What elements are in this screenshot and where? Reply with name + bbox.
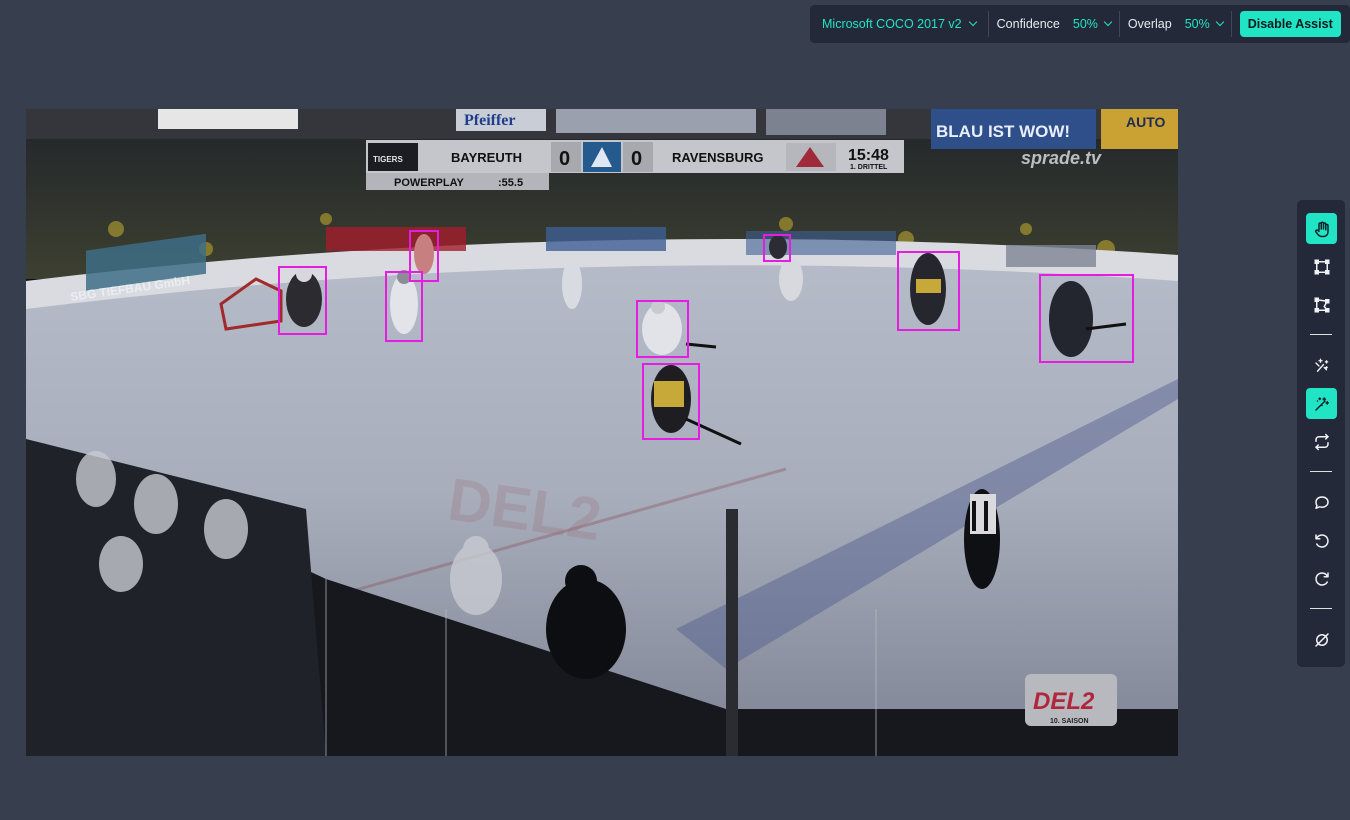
annotation-box[interactable]	[636, 300, 689, 358]
confidence-label: Confidence	[996, 17, 1060, 31]
smart-polygon-tool-button[interactable]	[1306, 350, 1337, 381]
home-team-logo: TIGERS	[373, 155, 403, 164]
hand-icon	[1314, 221, 1329, 237]
undo-icon	[1314, 533, 1329, 548]
tool-divider	[1310, 334, 1332, 335]
annotation-box[interactable]	[1039, 274, 1134, 363]
toolbar-divider	[1230, 11, 1232, 37]
confidence-dropdown[interactable]: 50%	[1072, 17, 1113, 31]
chevron-down-icon	[968, 17, 977, 27]
model-selector-label: Microsoft COCO 2017 v2	[822, 17, 962, 31]
ad-blau: BLAU IST WOW!	[936, 122, 1070, 141]
annotation-box[interactable]	[763, 234, 791, 262]
away-score: 0	[631, 148, 642, 170]
annotation-box[interactable]	[642, 363, 700, 440]
repeat-previous-tool-button[interactable]	[1306, 426, 1337, 457]
powerplay-time: :55.5	[498, 177, 523, 189]
polygon-icon	[1314, 297, 1329, 312]
ad-auto: AUTO	[1126, 114, 1166, 130]
overlap-label: Overlap	[1127, 17, 1172, 31]
overlap-control[interactable]: Overlap 50%	[1120, 5, 1231, 43]
chevron-down-icon	[1103, 17, 1113, 27]
sprade-watermark: sprade.tv	[1021, 148, 1102, 168]
home-score: 0	[559, 148, 570, 170]
league-logo-text: DEL2	[1033, 688, 1095, 715]
chevron-down-icon	[1215, 17, 1224, 27]
hockey-scene-image: Pfeiffer BLAU IST WOW! AUTO SBG TIEFBAU …	[26, 109, 1178, 756]
overlap-value: 50%	[1184, 17, 1210, 31]
del2-logo: DEL2 10. SAISON	[1025, 674, 1117, 726]
away-team-name: RAVENSBURG	[672, 150, 764, 165]
undo-tool-button[interactable]	[1306, 525, 1337, 556]
comment-icon	[1314, 495, 1329, 509]
magic-wand-icon	[1314, 396, 1329, 411]
league-logo-subtitle: 10. SAISON	[1050, 718, 1089, 725]
confidence-control[interactable]: Confidence 50%	[989, 5, 1119, 43]
polygon-tool-button[interactable]	[1306, 289, 1337, 320]
game-period: 1. DRITTEL	[850, 164, 888, 171]
tool-divider	[1310, 608, 1332, 609]
comment-tool-button[interactable]	[1306, 487, 1337, 518]
pan-tool-button[interactable]	[1306, 213, 1337, 244]
magic-sparkle-icon	[1314, 358, 1328, 372]
confidence-value: 50%	[1072, 17, 1098, 31]
eye-off-icon	[1314, 632, 1329, 647]
annotation-canvas[interactable]: Pfeiffer BLAU IST WOW! AUTO SBG TIEFBAU …	[26, 109, 1178, 756]
redo-icon	[1314, 571, 1329, 586]
ad-pfeiffer: Pfeiffer	[464, 112, 516, 129]
game-clock: 15:48	[848, 147, 889, 164]
disable-assist-button[interactable]: Disable Assist	[1239, 11, 1341, 37]
home-team-name: BAYREUTH	[451, 150, 522, 165]
redo-tool-button[interactable]	[1306, 563, 1337, 594]
tool-divider	[1310, 471, 1332, 472]
annotation-box[interactable]	[278, 266, 327, 335]
bbox-icon	[1314, 259, 1329, 274]
hide-annotations-tool-button[interactable]	[1306, 624, 1337, 655]
annotation-box[interactable]	[897, 251, 960, 331]
model-selector[interactable]: Microsoft COCO 2017 v2	[822, 5, 988, 43]
label-assist-tool-button[interactable]	[1306, 388, 1337, 419]
powerplay-label: POWERPLAY	[394, 177, 465, 189]
repeat-icon	[1314, 433, 1329, 450]
tool-rail	[1297, 200, 1345, 667]
annotation-box[interactable]	[409, 230, 439, 282]
bounding-box-tool-button[interactable]	[1306, 251, 1337, 282]
model-toolbar: Microsoft COCO 2017 v2 Confidence 50% Ov…	[810, 5, 1350, 43]
overlap-dropdown[interactable]: 50%	[1184, 17, 1224, 31]
